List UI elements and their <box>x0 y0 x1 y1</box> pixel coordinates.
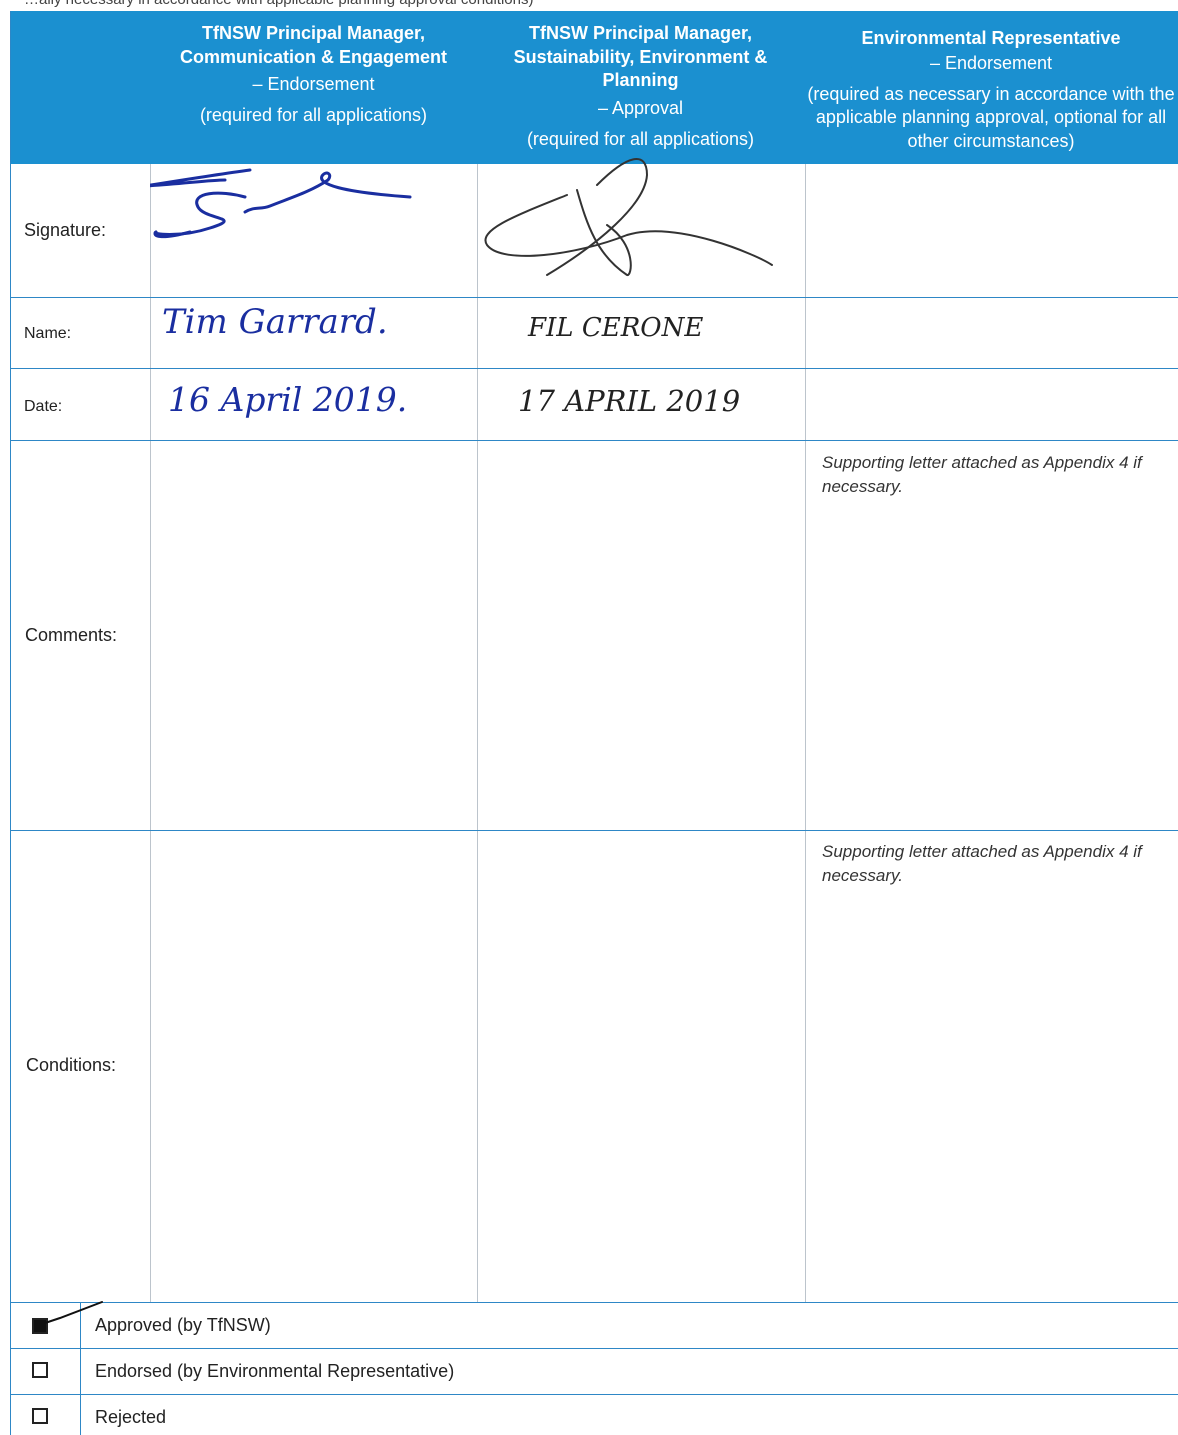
header-col3-requirement: (required as necessary in accordance wit… <box>807 83 1175 151</box>
grid-line-after-date <box>10 440 1178 441</box>
name-col1-handwritten: Tim Garrard. <box>162 302 388 342</box>
checkbox-rejected[interactable] <box>32 1408 48 1424</box>
header-col2-title: TfNSW Principal Manager, Sustainability,… <box>513 23 768 90</box>
header-blank-cell <box>11 11 150 164</box>
note-comments-env-rep: Supporting letter attached as Appendix 4… <box>822 453 1142 496</box>
label-signature: Signature: <box>24 220 107 240</box>
grid-divider-col2 <box>805 164 806 1302</box>
header-col1-role: – Endorsement <box>252 74 375 94</box>
header-col-env-rep: Environmental Representative – Endorseme… <box>804 11 1178 164</box>
date-col2-handwritten: 17 APRIL 2019 <box>518 384 741 418</box>
grid-line-after-signature <box>10 297 1178 298</box>
grid-divider-col1 <box>477 164 478 1302</box>
signature-col1-image <box>150 168 412 239</box>
grid-line-status-1 <box>10 1348 1178 1349</box>
label-date: Date: <box>24 398 63 415</box>
header-col-comm-engagement: TfNSW Principal Manager, Communication &… <box>150 11 477 164</box>
header-col2-role: – Approval <box>597 97 684 118</box>
header-col3-role: – Endorsement <box>929 52 1053 73</box>
approval-form: …ally necessary in accordance with appli… <box>0 0 1178 1435</box>
grid-line-after-comments <box>10 830 1178 831</box>
status-label-rejected: Rejected <box>95 1407 167 1427</box>
grid-left-border <box>10 11 11 1435</box>
header-col1-requirement: (required for all applications) <box>199 105 428 125</box>
grid-line-after-conditions <box>10 1302 1178 1303</box>
page-top-fragment: …ally necessary in accordance with appli… <box>24 0 533 8</box>
label-name: Name: <box>24 325 72 342</box>
checkbox-endorsed[interactable] <box>32 1362 48 1378</box>
date-col1-handwritten: 16 April 2019. <box>168 380 408 419</box>
grid-line-status-2 <box>10 1394 1178 1395</box>
label-conditions: Conditions: <box>26 1055 117 1075</box>
status-label-endorsed: Endorsed (by Environmental Representativ… <box>95 1361 455 1381</box>
header-col3-title: Environmental Representative <box>861 28 1121 48</box>
signature-col2-image <box>484 158 773 277</box>
grid-line-after-name <box>10 368 1178 369</box>
status-label-approved: Approved (by TfNSW) <box>95 1315 271 1335</box>
note-conditions-env-rep: Supporting letter attached as Appendix 4… <box>822 842 1142 885</box>
header-col1-title: TfNSW Principal Manager, Communication &… <box>179 23 448 67</box>
label-comments: Comments: <box>25 625 118 645</box>
grid-divider-label <box>150 164 151 1302</box>
name-col2-handwritten: FIL CERONE <box>528 313 704 343</box>
